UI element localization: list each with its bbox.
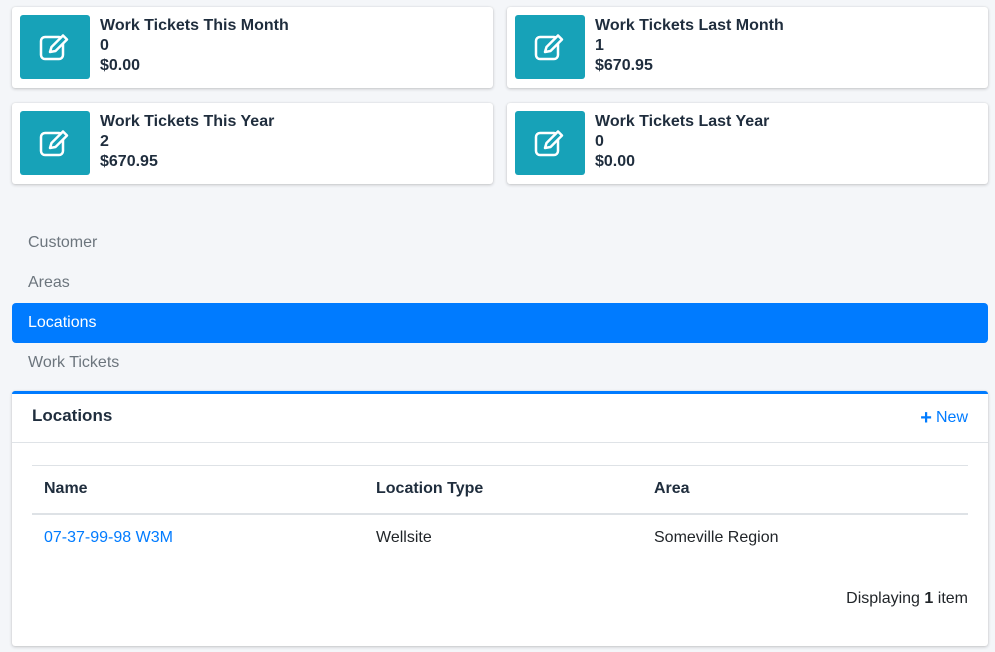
- pager-count: 1: [924, 590, 934, 607]
- info-box-last-month: Work Tickets Last Month 1 $670.95: [507, 7, 988, 88]
- info-box-count: 1: [595, 37, 604, 54]
- pager-suffix: item: [937, 590, 968, 607]
- info-box-title: Work Tickets Last Year: [595, 113, 770, 130]
- info-box-amount: $670.95: [100, 153, 158, 170]
- plus-icon: +: [920, 407, 932, 429]
- info-box-count: 2: [100, 133, 109, 150]
- edit-icon: [515, 111, 585, 175]
- card-title: Locations: [32, 406, 113, 425]
- edit-icon: [20, 111, 90, 175]
- table-header-row: Name Location Type Area: [32, 465, 968, 515]
- location-link[interactable]: 07-37-99-98 W3M: [44, 529, 173, 546]
- info-box-title: Work Tickets Last Month: [595, 17, 784, 34]
- info-box-count: 0: [595, 133, 604, 150]
- info-box-title: Work Tickets This Month: [100, 17, 289, 34]
- nav-item-areas[interactable]: Areas: [12, 263, 988, 303]
- card-header: Locations + New: [12, 394, 988, 443]
- nav-item-work-tickets[interactable]: Work Tickets: [12, 343, 988, 383]
- cell-area: Someville Region: [654, 529, 779, 546]
- edit-icon: [20, 15, 90, 79]
- column-header-name[interactable]: Name: [32, 465, 364, 515]
- column-header-location-type[interactable]: Location Type: [364, 465, 642, 515]
- column-header-area[interactable]: Area: [642, 465, 968, 515]
- info-box-amount: $0.00: [100, 57, 141, 74]
- info-box-this-year: Work Tickets This Year 2 $670.95: [12, 103, 493, 184]
- nav-item-customer[interactable]: Customer: [12, 223, 988, 263]
- info-box-last-year: Work Tickets Last Year 0 $0.00: [507, 103, 988, 184]
- nav-item-locations[interactable]: Locations: [12, 303, 988, 343]
- locations-table: Name Location Type Area 07-37-99-98 W3M …: [32, 465, 968, 562]
- table-row: 07-37-99-98 W3M Wellsite Someville Regio…: [32, 514, 968, 562]
- cell-name: 07-37-99-98 W3M: [32, 514, 364, 562]
- info-box-amount: $670.95: [595, 57, 653, 74]
- section-nav: Customer Areas Locations Work Tickets: [12, 223, 988, 383]
- info-box-count: 0: [100, 37, 109, 54]
- pager-summary: Displaying 1 item: [846, 590, 968, 608]
- new-location-button[interactable]: + New: [920, 407, 968, 429]
- info-box-this-month: Work Tickets This Month 0 $0.00: [12, 7, 493, 88]
- info-box-amount: $0.00: [595, 153, 636, 170]
- cell-location-type: Wellsite: [376, 529, 432, 546]
- pager-prefix: Displaying: [846, 590, 920, 607]
- edit-icon: [515, 15, 585, 79]
- info-box-title: Work Tickets This Year: [100, 113, 275, 130]
- locations-card: Locations + New Name Location Type Area …: [12, 391, 988, 646]
- new-label: New: [935, 409, 968, 426]
